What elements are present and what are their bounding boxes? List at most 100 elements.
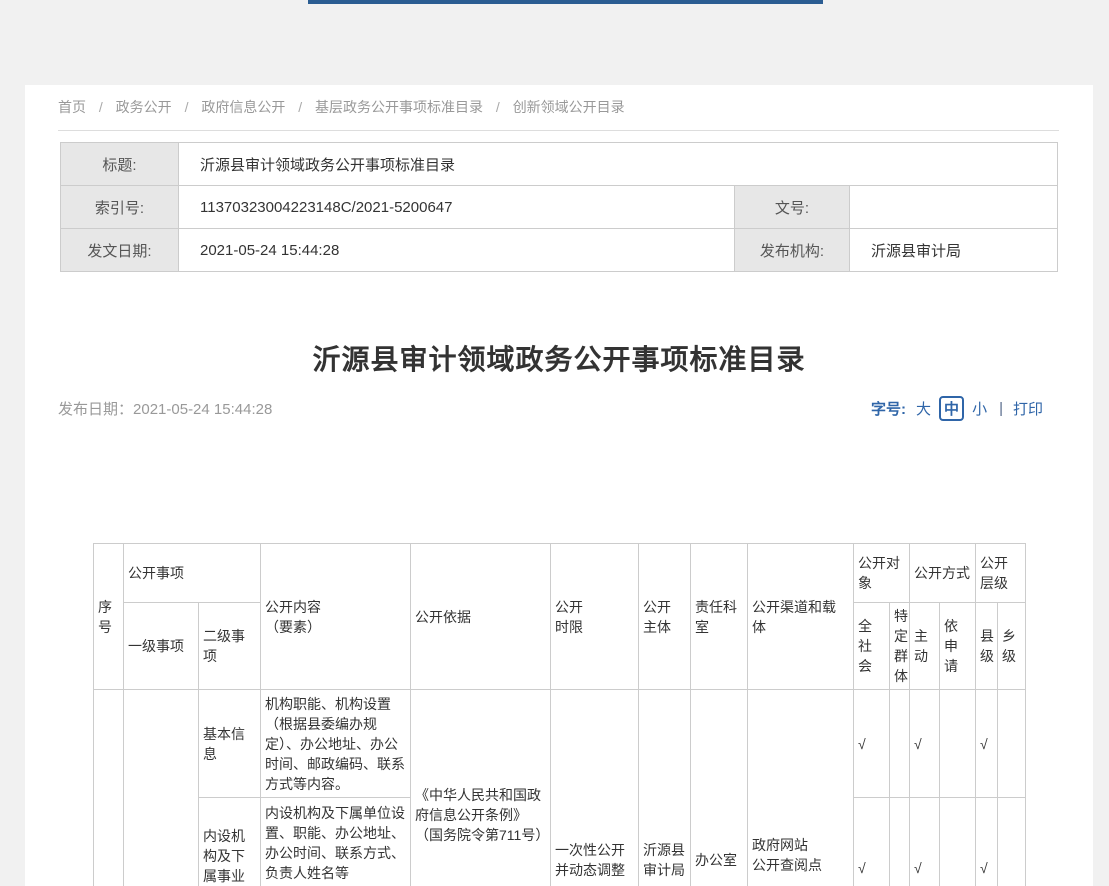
header-items: 公开事项 xyxy=(124,544,261,603)
header-level-text: 公开层级 xyxy=(980,553,1010,593)
header-basis: 公开依据 xyxy=(411,544,551,690)
doc-number-value xyxy=(850,186,1058,229)
header-level1: 一级事项 xyxy=(124,603,199,690)
catalog-header-row-1: 序号 公开事项 公开内容（要素） 公开依据 公开时限 公开主体 责任科室 公开渠… xyxy=(94,544,1026,603)
header-all-society-text: 全社会 xyxy=(858,618,872,674)
check-township-row1 xyxy=(998,690,1026,798)
cell-basis: 《中华人民共和国政府信息公开条例》（国务院令第711号） xyxy=(411,690,551,886)
publish-date: 发布日期：2021-05-24 15:44:28 xyxy=(58,398,272,419)
print-button[interactable]: 打印 xyxy=(1013,398,1043,419)
cell-channel: 政府网站 公开查阅点 xyxy=(748,690,854,886)
cell-level1 xyxy=(124,690,199,886)
header-time-limit-text: 公开时限 xyxy=(555,597,585,637)
issue-date-label: 发文日期: xyxy=(61,229,179,272)
check-on-request-row2 xyxy=(940,798,976,886)
header-specific-group: 特定群体 xyxy=(890,603,910,690)
meta-divider: | xyxy=(999,400,1003,417)
catalog-body-row-1: 基本信息 机构职能、机构设置（根据县委编办规定）、办公地址、办公时间、邮政编码、… xyxy=(94,690,1026,798)
font-size-control: 字号: 大 中 小 | 打印 xyxy=(871,396,1043,421)
header-content-text: 公开内容（要素） xyxy=(265,597,327,637)
check-county-row2: √ xyxy=(976,798,998,886)
header-level2: 二级事项 xyxy=(199,603,261,690)
index-number-value: 11370323004223148C/2021-5200647 xyxy=(179,186,735,229)
header-on-request-text: 依申请 xyxy=(944,618,958,674)
header-channel: 公开渠道和载体 xyxy=(748,544,854,690)
cell-level2-row1: 基本信息 xyxy=(199,690,261,798)
page-title: 沂源县审计领域政务公开事项标准目录 xyxy=(25,338,1093,378)
cell-level2-row2: 内设机构及下属事业 xyxy=(199,798,261,886)
breadcrumb-item-gov-info[interactable]: 政府信息公开 xyxy=(201,99,285,115)
header-audience-text: 公开对象 xyxy=(858,555,900,591)
header-level1-text: 一级事项 xyxy=(128,638,184,654)
catalog-table-wrap: 序号 公开事项 公开内容（要素） 公开依据 公开时限 公开主体 责任科室 公开渠… xyxy=(93,543,1026,886)
content-card: 首页 / 政务公开 / 政府信息公开 / 基层政务公开事项标准目录 / 创新领域… xyxy=(25,85,1093,886)
breadcrumb-item-innovation-catalog[interactable]: 创新领域公开目录 xyxy=(513,99,625,115)
breadcrumb-divider xyxy=(58,130,1059,131)
doc-number-label: 文号: xyxy=(735,186,850,229)
issue-date-value: 2021-05-24 15:44:28 xyxy=(179,229,735,272)
header-township: 乡级 xyxy=(998,603,1026,690)
header-method: 公开方式 xyxy=(910,544,976,603)
breadcrumb-item-home[interactable]: 首页 xyxy=(58,99,86,115)
header-level: 公开层级 xyxy=(976,544,1026,603)
header-county: 县级 xyxy=(976,603,998,690)
publish-date-label: 发布日期： xyxy=(58,401,133,418)
header-seq-text: 序号 xyxy=(98,599,112,635)
check-on-request-row1 xyxy=(940,690,976,798)
header-basis-text: 公开依据 xyxy=(415,609,471,625)
agency-value: 沂源县审计局 xyxy=(850,229,1058,272)
index-number-label: 索引号: xyxy=(61,186,179,229)
header-time-limit: 公开时限 xyxy=(551,544,639,690)
publish-date-value: 2021-05-24 15:44:28 xyxy=(133,401,272,418)
check-specific-group-row1 xyxy=(890,690,910,798)
breadcrumb-item-standard-catalog[interactable]: 基层政务公开事项标准目录 xyxy=(315,99,483,115)
breadcrumb-item-zhengwugongkai[interactable]: 政务公开 xyxy=(116,99,172,115)
header-channel-text: 公开渠道和载体 xyxy=(752,599,836,635)
header-items-text: 公开事项 xyxy=(128,565,184,581)
title-label: 标题: xyxy=(61,143,179,186)
font-size-small-button[interactable]: 小 xyxy=(972,398,987,419)
meta-row-date: 发文日期: 2021-05-24 15:44:28 发布机构: 沂源县审计局 xyxy=(61,229,1058,272)
header-county-text: 县级 xyxy=(980,628,994,664)
channel-line-2: 公开查阅点 xyxy=(752,855,849,875)
cell-content-row1: 机构职能、机构设置（根据县委编办规定）、办公地址、办公时间、邮政编码、联系方式等… xyxy=(261,690,411,798)
agency-label: 发布机构: xyxy=(735,229,850,272)
header-department: 责任科室 xyxy=(691,544,748,690)
header-content: 公开内容（要素） xyxy=(261,544,411,690)
breadcrumb-separator: / xyxy=(496,99,500,115)
check-county-row1: √ xyxy=(976,690,998,798)
meta-row-title: 标题: 沂源县审计领域政务公开事项标准目录 xyxy=(61,143,1058,186)
font-size-medium-button[interactable]: 中 xyxy=(939,396,964,421)
header-level2-text: 二级事项 xyxy=(203,628,245,664)
header-proactive: 主动 xyxy=(910,603,940,690)
header-audience: 公开对象 xyxy=(854,544,910,603)
header-department-text: 责任科室 xyxy=(695,599,737,635)
document-meta-table: 标题: 沂源县审计领域政务公开事项标准目录 索引号: 1137032300422… xyxy=(60,142,1058,272)
breadcrumb-separator: / xyxy=(298,99,302,115)
font-size-label: 字号: xyxy=(871,398,906,419)
header-subject: 公开主体 xyxy=(639,544,691,690)
check-proactive-row2: √ xyxy=(910,798,940,886)
check-all-society-row2: √ xyxy=(854,798,890,886)
check-township-row2 xyxy=(998,798,1026,886)
breadcrumb-separator: / xyxy=(185,99,189,115)
meta-row-index: 索引号: 11370323004223148C/2021-5200647 文号: xyxy=(61,186,1058,229)
header-on-request: 依申请 xyxy=(940,603,976,690)
breadcrumb: 首页 / 政务公开 / 政府信息公开 / 基层政务公开事项标准目录 / 创新领域… xyxy=(58,97,625,117)
cell-seq xyxy=(94,690,124,886)
header-subject-text: 公开主体 xyxy=(643,597,673,637)
cell-content-row2: 内设机构及下属单位设置、职能、办公地址、办公时间、联系方式、负责人姓名等 xyxy=(261,798,411,886)
cell-department: 办公室 xyxy=(691,690,748,886)
check-proactive-row1: √ xyxy=(910,690,940,798)
check-specific-group-row2 xyxy=(890,798,910,886)
cell-subject: 沂源县审计局 xyxy=(639,690,691,886)
check-all-society-row1: √ xyxy=(854,690,890,798)
title-value: 沂源县审计领域政务公开事项标准目录 xyxy=(179,143,1058,186)
header-all-society: 全社会 xyxy=(854,603,890,690)
header-proactive-text: 主动 xyxy=(914,628,928,664)
header-method-text: 公开方式 xyxy=(914,565,970,581)
catalog-table: 序号 公开事项 公开内容（要素） 公开依据 公开时限 公开主体 责任科室 公开渠… xyxy=(93,543,1026,886)
header-seq: 序号 xyxy=(94,544,124,690)
header-specific-group-text: 特定群体 xyxy=(894,608,908,684)
font-size-large-button[interactable]: 大 xyxy=(916,398,931,419)
